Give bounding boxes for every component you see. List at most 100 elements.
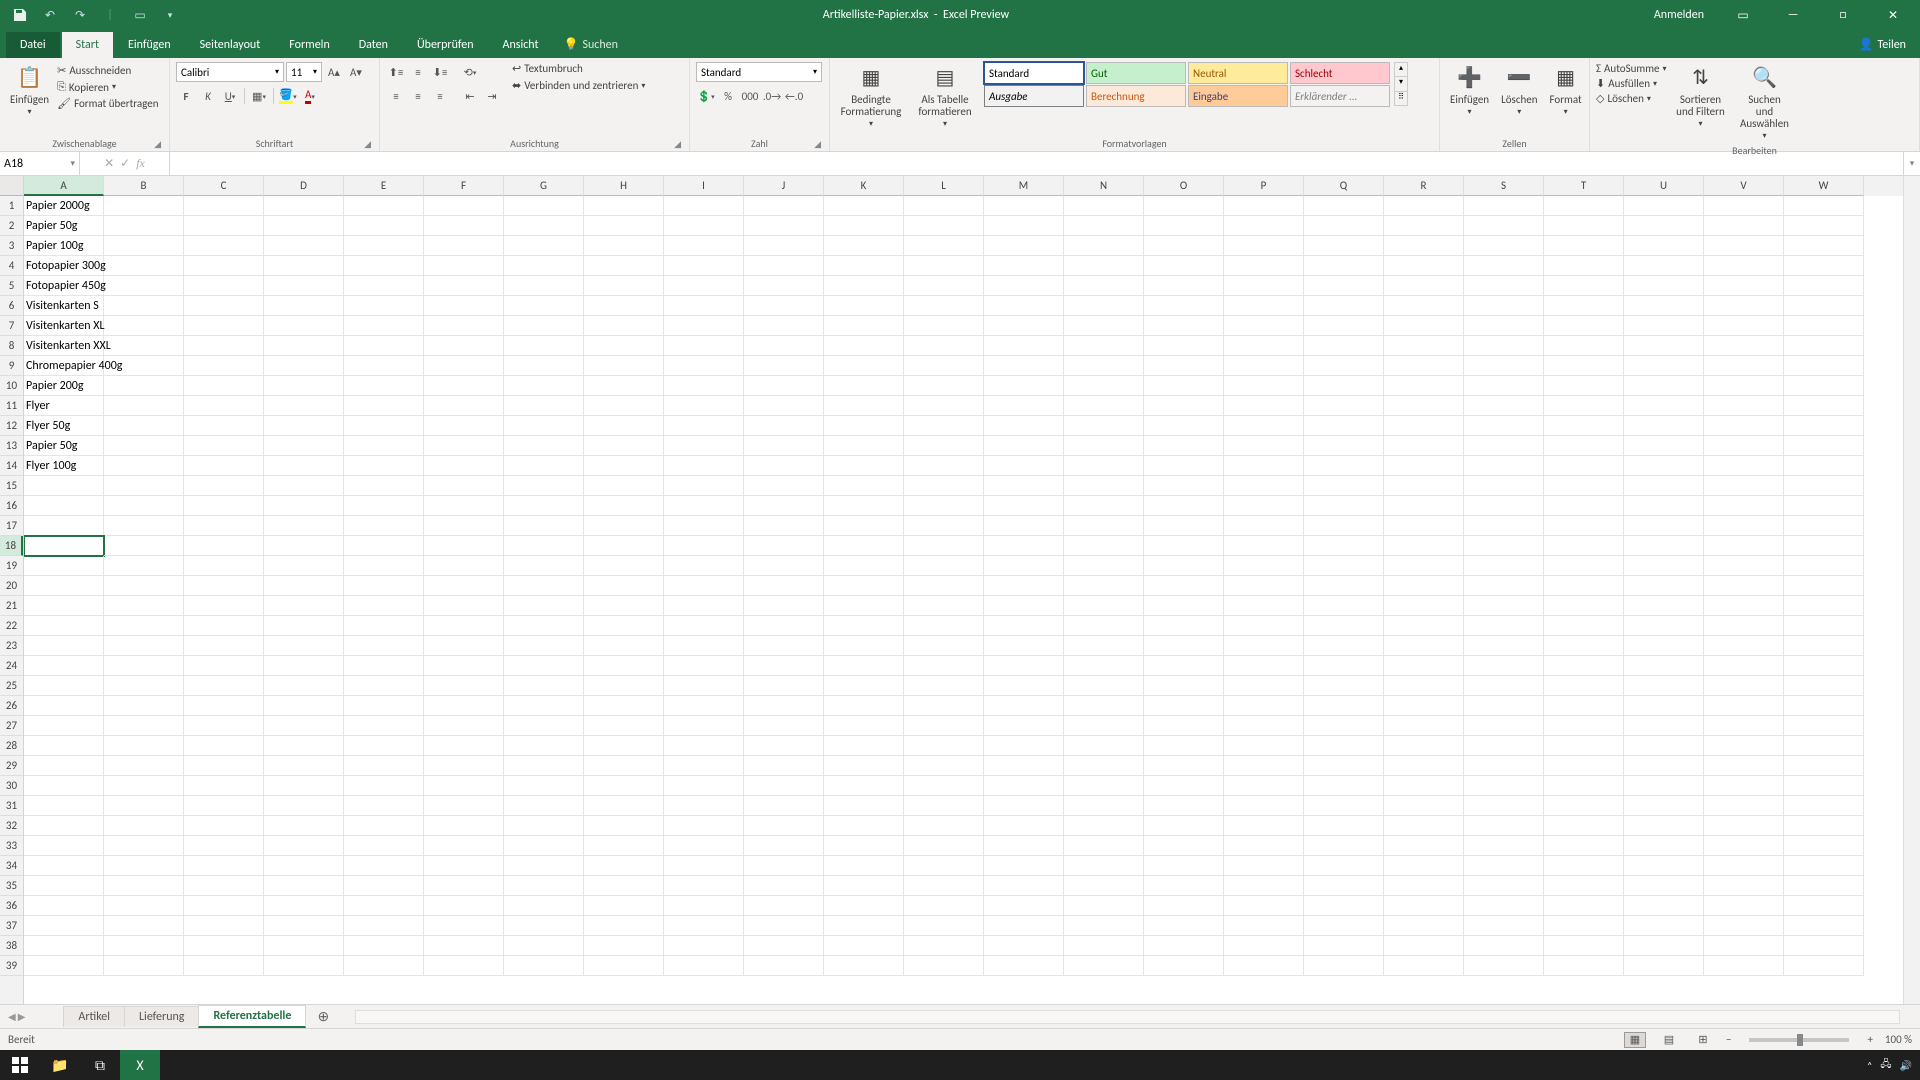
cell[interactable]	[264, 276, 344, 296]
cell[interactable]	[1224, 596, 1304, 616]
cell[interactable]	[1544, 956, 1624, 976]
cell[interactable]: Papier 50g	[24, 436, 104, 456]
cell[interactable]	[344, 516, 424, 536]
cell[interactable]	[184, 516, 264, 536]
horizontal-scrollbar[interactable]	[355, 1010, 1900, 1024]
cell[interactable]	[1064, 276, 1144, 296]
tab-einfuegen[interactable]: Einfügen	[114, 32, 185, 58]
row-header[interactable]: 15	[0, 476, 23, 496]
cell[interactable]	[1784, 336, 1864, 356]
cell[interactable]	[504, 796, 584, 816]
cell[interactable]	[504, 776, 584, 796]
cell[interactable]	[1464, 776, 1544, 796]
cell[interactable]	[1464, 376, 1544, 396]
cell[interactable]	[1144, 756, 1224, 776]
cell[interactable]	[1064, 816, 1144, 836]
styles-scroll-up-icon[interactable]: ▴	[1395, 63, 1407, 76]
cell[interactable]	[744, 476, 824, 496]
cell[interactable]	[984, 456, 1064, 476]
cell[interactable]	[504, 616, 584, 636]
cell[interactable]	[744, 616, 824, 636]
cell[interactable]	[1624, 556, 1704, 576]
cell[interactable]	[584, 356, 664, 376]
cell[interactable]	[904, 516, 984, 536]
cell[interactable]	[1464, 656, 1544, 676]
cell[interactable]	[424, 756, 504, 776]
cell[interactable]	[344, 276, 424, 296]
cell[interactable]	[904, 756, 984, 776]
cell[interactable]	[1224, 336, 1304, 356]
cell[interactable]	[824, 656, 904, 676]
cell[interactable]	[1784, 456, 1864, 476]
cell[interactable]	[1544, 296, 1624, 316]
row-header[interactable]: 36	[0, 896, 23, 916]
cell[interactable]	[984, 876, 1064, 896]
cell[interactable]	[1224, 636, 1304, 656]
column-header[interactable]: F	[424, 176, 504, 196]
sheet-nav-next-icon[interactable]: ▶	[18, 1010, 26, 1023]
cell[interactable]	[1624, 276, 1704, 296]
bold-button[interactable]: F	[176, 86, 196, 106]
cell[interactable]	[1304, 696, 1384, 716]
cell[interactable]	[184, 196, 264, 216]
cell[interactable]	[1784, 696, 1864, 716]
style-berechnung[interactable]: Berechnung	[1086, 85, 1186, 107]
cell[interactable]: Flyer 50g	[24, 416, 104, 436]
cell[interactable]	[904, 936, 984, 956]
cell[interactable]	[1064, 876, 1144, 896]
cell[interactable]	[1384, 256, 1464, 276]
cells-format-button[interactable]: ▦Format▾	[1546, 62, 1586, 119]
cell[interactable]	[1784, 916, 1864, 936]
orientation-button[interactable]: ⟲▾	[460, 62, 480, 82]
cell[interactable]	[24, 536, 104, 556]
cell[interactable]	[1624, 576, 1704, 596]
cell[interactable]	[664, 856, 744, 876]
cell[interactable]	[984, 736, 1064, 756]
row-header[interactable]: 8	[0, 336, 23, 356]
cell[interactable]	[1784, 656, 1864, 676]
cell[interactable]	[1384, 816, 1464, 836]
cell[interactable]	[1144, 296, 1224, 316]
cell[interactable]	[1144, 476, 1224, 496]
cell[interactable]	[1544, 376, 1624, 396]
cell[interactable]: Visitenkarten XL	[24, 316, 104, 336]
cell[interactable]	[1224, 256, 1304, 276]
cell[interactable]	[1064, 236, 1144, 256]
percent-button[interactable]: %	[718, 86, 738, 106]
cell[interactable]	[984, 296, 1064, 316]
cell[interactable]	[1464, 696, 1544, 716]
cell[interactable]	[24, 896, 104, 916]
conditional-formatting-button[interactable]: ▦ Bedingte Formatierung▾	[836, 62, 906, 131]
cell[interactable]	[344, 576, 424, 596]
cell[interactable]	[584, 216, 664, 236]
cell[interactable]	[1304, 556, 1384, 576]
touch-mode-icon[interactable]: ▭	[128, 5, 152, 25]
tell-me-search[interactable]: 💡 Suchen	[554, 31, 628, 58]
cell[interactable]	[1624, 896, 1704, 916]
cell[interactable]	[184, 836, 264, 856]
paste-button[interactable]: 📋 Einfügen ▾	[6, 62, 53, 119]
cell[interactable]	[1464, 396, 1544, 416]
cell[interactable]	[264, 576, 344, 596]
row-header[interactable]: 30	[0, 776, 23, 796]
row-header[interactable]: 22	[0, 616, 23, 636]
row-header[interactable]: 19	[0, 556, 23, 576]
cell[interactable]	[984, 236, 1064, 256]
column-header[interactable]: G	[504, 176, 584, 196]
cell[interactable]	[1464, 476, 1544, 496]
currency-button[interactable]: 💲▾	[696, 86, 716, 106]
cell[interactable]	[904, 956, 984, 976]
cell[interactable]	[1304, 216, 1384, 236]
cell[interactable]	[1304, 716, 1384, 736]
cell[interactable]	[1464, 516, 1544, 536]
cell[interactable]	[904, 416, 984, 436]
cell[interactable]	[1784, 536, 1864, 556]
cell[interactable]	[104, 716, 184, 736]
cell[interactable]	[1224, 956, 1304, 976]
cell[interactable]	[1064, 736, 1144, 756]
cell[interactable]	[424, 536, 504, 556]
excel-taskbar-icon[interactable]: X	[120, 1050, 160, 1080]
row-header[interactable]: 20	[0, 576, 23, 596]
cell[interactable]	[1384, 316, 1464, 336]
cell[interactable]	[1224, 276, 1304, 296]
